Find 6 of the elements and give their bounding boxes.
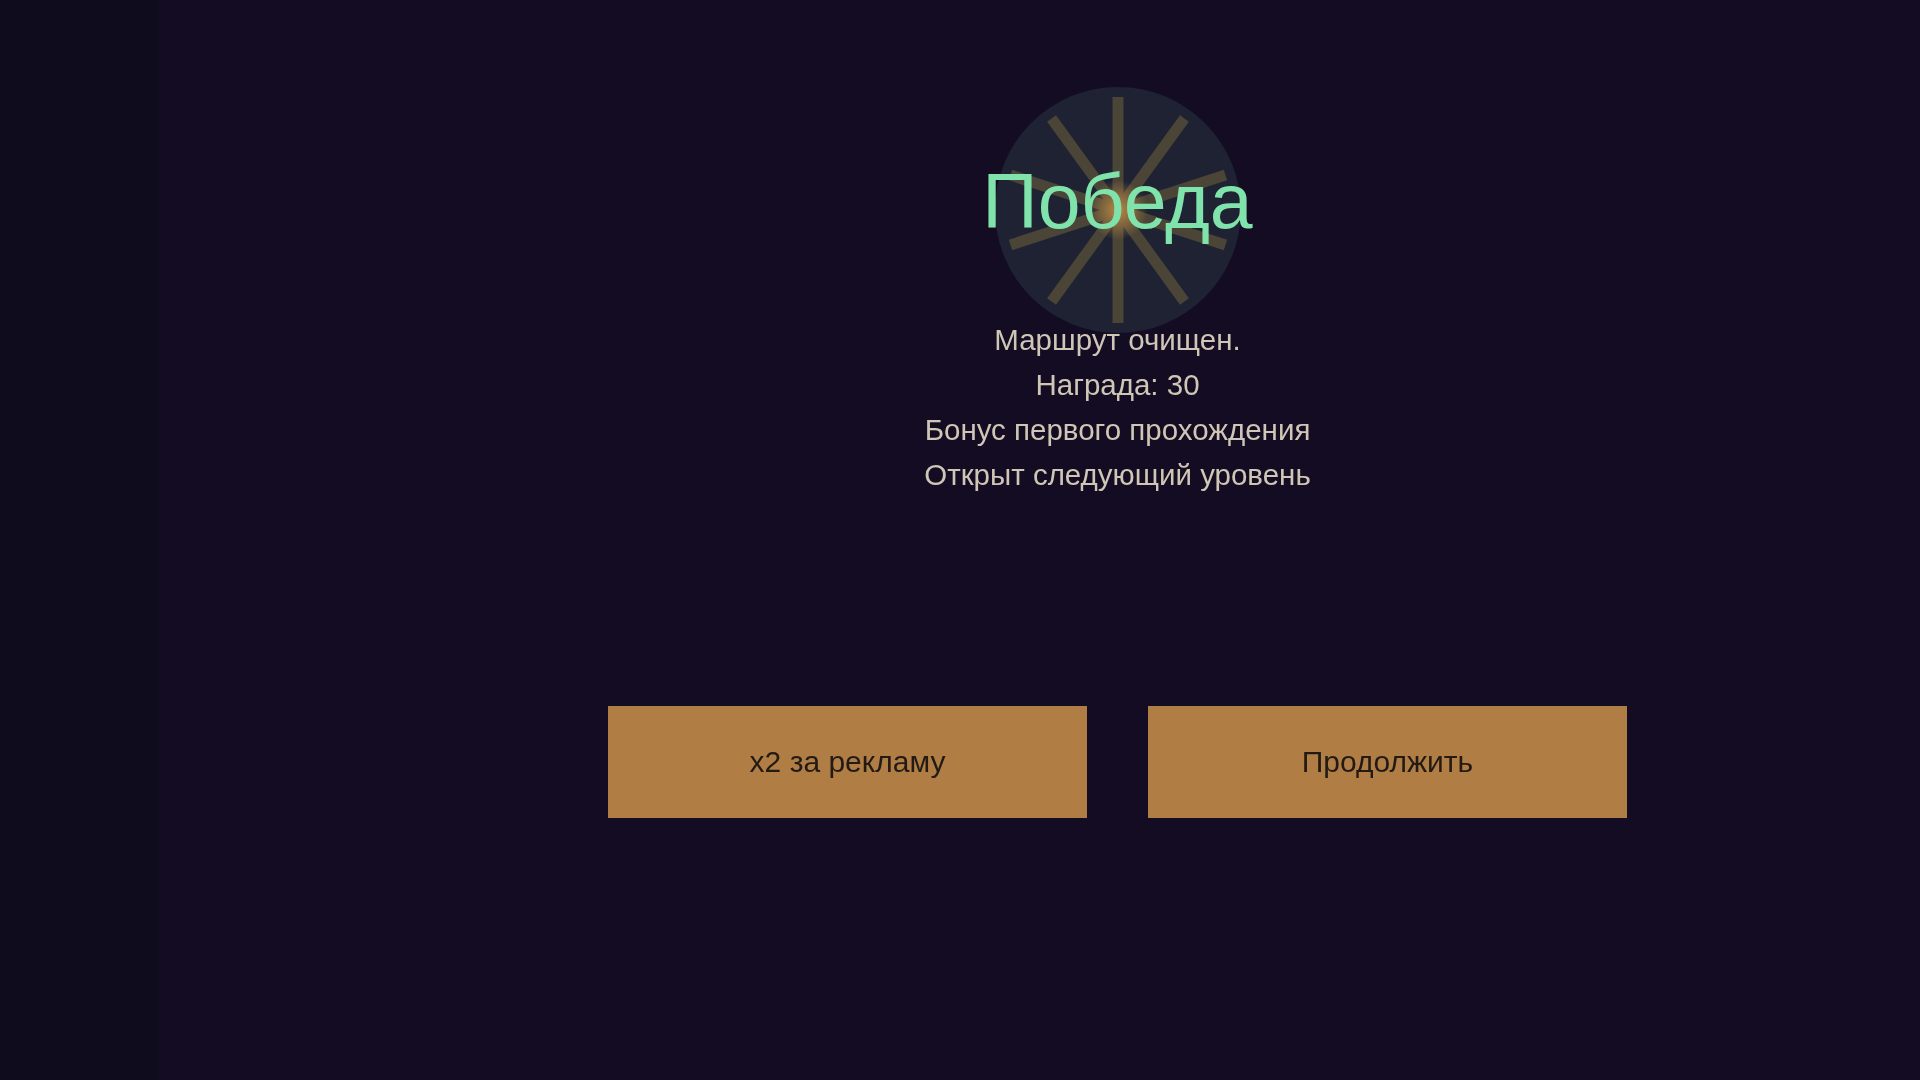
action-button[interactable]: x2 за рекламу bbox=[608, 706, 1087, 818]
result-message: Маршрут очищен. bbox=[994, 322, 1241, 358]
action-button[interactable]: Продолжить bbox=[1148, 706, 1627, 818]
result-message: Бонус первого прохождения bbox=[924, 412, 1311, 448]
result-message: Награда: 30 bbox=[1035, 367, 1200, 403]
result-message: Открыт следующий уровень bbox=[924, 457, 1311, 493]
